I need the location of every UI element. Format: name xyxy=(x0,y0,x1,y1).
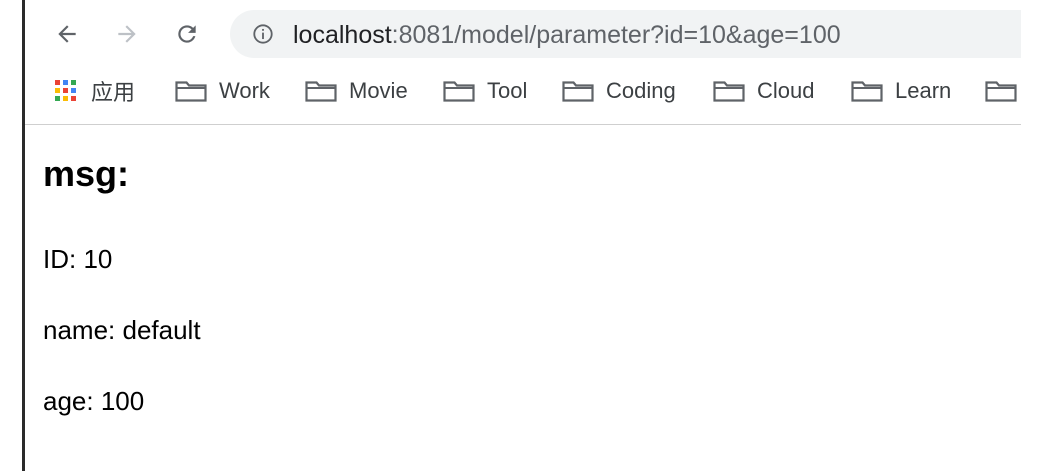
forward-button[interactable] xyxy=(109,16,145,52)
apps-grid-icon xyxy=(55,80,77,102)
folder-icon xyxy=(985,81,1017,102)
url-text[interactable]: localhost:8081/model/parameter?id=10&age… xyxy=(293,22,841,48)
age-line: age: 100 xyxy=(43,386,145,416)
bookmark-overflow[interactable] xyxy=(985,70,1021,112)
bookmark-cloud[interactable]: Cloud xyxy=(713,70,814,112)
bookmark-movie[interactable]: Movie xyxy=(305,70,408,112)
folder-icon xyxy=(562,81,594,102)
page-heading: msg: xyxy=(43,153,130,194)
browser-window: localhost:8081/model/parameter?id=10&age… xyxy=(0,0,1051,471)
bookmark-label: Coding xyxy=(606,78,676,103)
folder-icon xyxy=(175,81,207,102)
url-host: localhost xyxy=(293,21,392,49)
folder-icon xyxy=(851,81,883,102)
back-button[interactable] xyxy=(49,16,85,52)
name-line: name: default xyxy=(43,315,201,345)
arrow-right-icon xyxy=(118,25,136,43)
url-path: :8081/model/parameter?id=10&age=100 xyxy=(391,21,841,49)
folder-icon xyxy=(713,81,745,102)
address-bar[interactable]: localhost:8081/model/parameter?id=10&age… xyxy=(230,10,1021,58)
bookmark-label: Tool xyxy=(487,78,528,103)
bookmark-label: 应用 xyxy=(91,80,136,105)
bookmark-apps[interactable]: 应用 xyxy=(55,70,135,112)
bookmark-work[interactable]: Work xyxy=(175,70,270,112)
bookmark-label: Learn xyxy=(895,78,952,103)
browser-toolbar: localhost:8081/model/parameter?id=10&age… xyxy=(25,0,1021,125)
reload-icon xyxy=(178,25,196,43)
arrow-left-icon xyxy=(58,25,76,43)
bookmark-tool[interactable]: Tool xyxy=(443,70,527,112)
folder-icon xyxy=(443,81,475,102)
id-line: ID: 10 xyxy=(43,244,113,274)
reload-button[interactable] xyxy=(169,16,205,52)
info-circle-icon[interactable] xyxy=(252,23,274,45)
bookmark-label: Movie xyxy=(349,78,408,103)
bookmark-label: Cloud xyxy=(757,78,815,103)
folder-icon xyxy=(305,81,337,102)
bookmark-coding[interactable]: Coding xyxy=(562,70,676,112)
bookmark-label: Work xyxy=(219,78,270,103)
navigation-row: localhost:8081/model/parameter?id=10&age… xyxy=(25,6,1021,62)
bookmark-learn[interactable]: Learn xyxy=(851,70,951,112)
bookmarks-bar: 应用 Work Movie Tool Coding Cloud Learn xyxy=(25,70,1021,112)
